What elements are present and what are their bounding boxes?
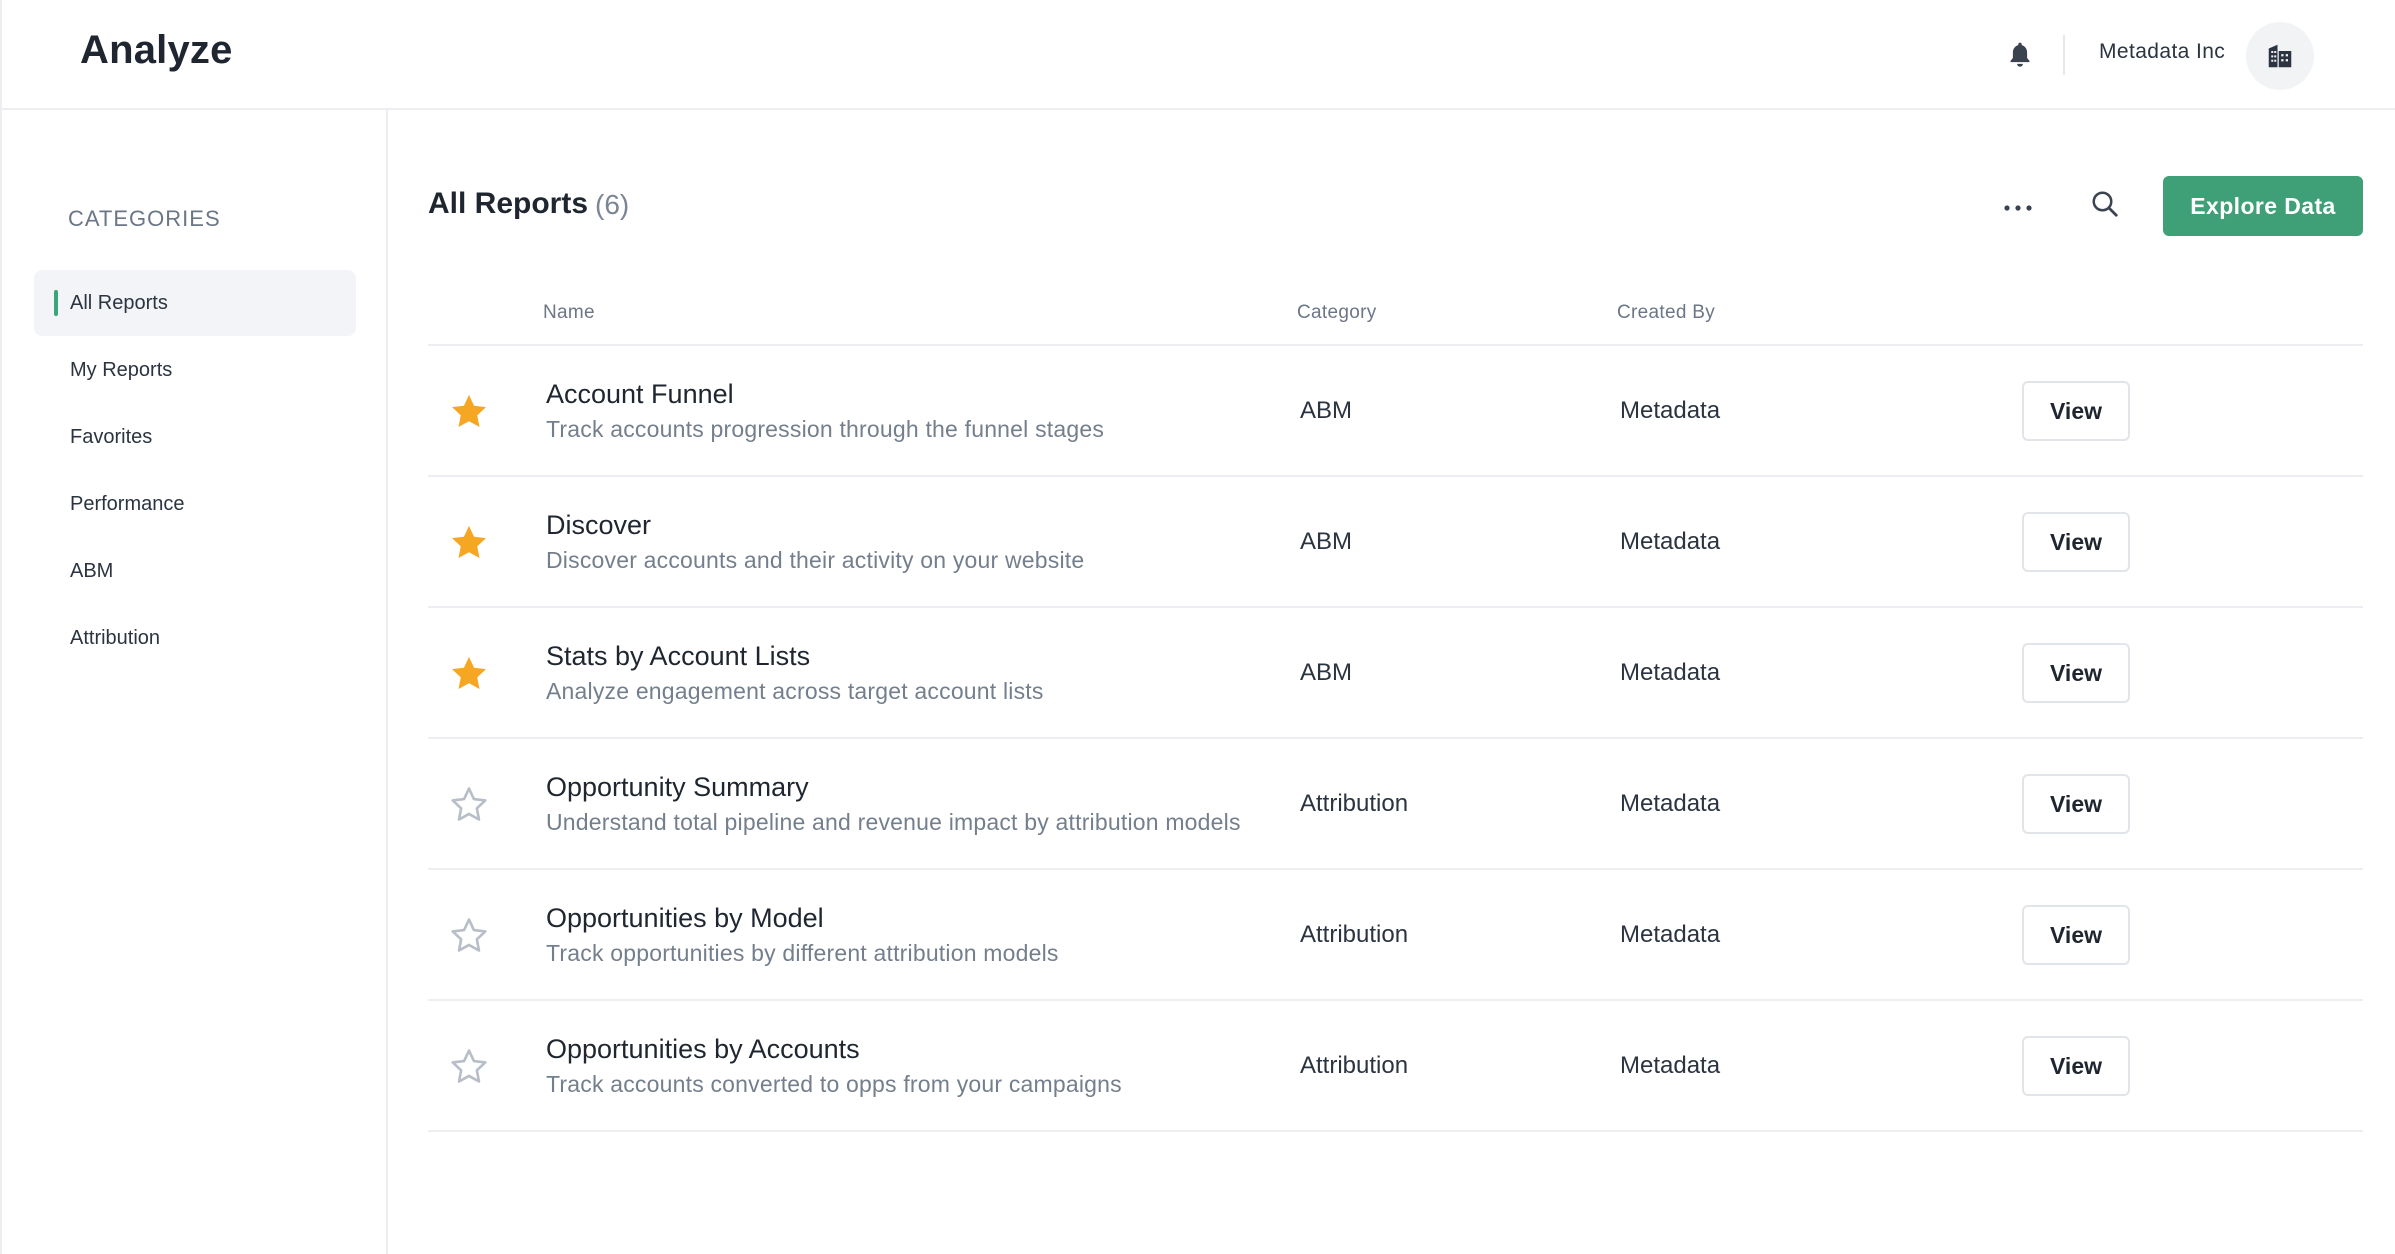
report-title: Opportunity Summary [546, 772, 809, 802]
report-title: Opportunities by Model [546, 903, 824, 933]
sidebar-item-label: All Reports [70, 291, 168, 314]
table-row: Opportunities by Accounts Track accounts… [428, 1001, 2363, 1132]
more-horizontal-icon [2004, 205, 2032, 211]
star-outline-icon[interactable] [448, 1046, 490, 1088]
report-title: Account Funnel [546, 379, 734, 409]
report-created-by: Metadata [1620, 1052, 1721, 1079]
report-category: Attribution [1300, 1052, 1409, 1079]
table-row: Account Funnel Track accounts progressio… [428, 346, 2363, 477]
star-outline-icon[interactable] [448, 915, 490, 957]
report-description: Track opportunities by different attribu… [546, 940, 1059, 966]
report-category: Attribution [1300, 790, 1409, 817]
table-header: Name Category Created By [428, 280, 2363, 346]
sidebar-item-label: Favorites [70, 425, 153, 448]
search-icon [2092, 191, 2118, 217]
view-button[interactable]: View [2022, 774, 2130, 834]
report-title: Discover [546, 510, 652, 540]
column-header-category[interactable]: Category [1297, 302, 1377, 324]
org-avatar-button[interactable] [2246, 22, 2314, 90]
sidebar-item-attribution[interactable]: Attribution [34, 605, 356, 671]
reports-table: Name Category Created By Account Funnel … [428, 280, 2363, 1132]
sidebar-item-performance[interactable]: Performance [34, 471, 356, 537]
sidebar-item-label: Performance [70, 492, 185, 515]
categories-heading: CATEGORIES [68, 206, 221, 231]
sidebar: CATEGORIES All Reports My Reports Favori… [2, 110, 388, 1254]
report-title: Stats by Account Lists [546, 641, 811, 671]
view-button[interactable]: View [2022, 643, 2130, 703]
view-button[interactable]: View [2022, 512, 2130, 572]
report-category: ABM [1300, 528, 1353, 555]
report-created-by: Metadata [1620, 921, 1721, 948]
view-button[interactable]: View [2022, 905, 2130, 965]
building-icon [2268, 44, 2292, 68]
report-created-by: Metadata [1620, 790, 1721, 817]
explore-data-button[interactable]: Explore Data [2163, 176, 2363, 236]
view-button[interactable]: View [2022, 381, 2130, 441]
report-description: Track accounts progression through the f… [546, 416, 1105, 442]
more-options-button[interactable] [1998, 188, 2038, 228]
app-root: Analyze Metadata Inc CATEGORIES All Repo… [0, 0, 2395, 1254]
app-title: Analyze [80, 28, 233, 72]
report-title: Opportunities by Accounts [546, 1034, 860, 1064]
search-button[interactable] [2085, 184, 2125, 224]
page-title: All Reports [428, 187, 589, 220]
report-created-by: Metadata [1620, 659, 1721, 686]
main-content: All Reports (6) Explore Data Name Catego… [390, 110, 2395, 1254]
report-description: Understand total pipeline and revenue im… [546, 809, 1241, 835]
table-row: Stats by Account Lists Analyze engagemen… [428, 608, 2363, 739]
sidebar-item-label: Attribution [70, 626, 161, 649]
sidebar-item-label: My Reports [70, 358, 173, 381]
star-filled-icon[interactable] [448, 391, 490, 433]
report-category: Attribution [1300, 921, 1409, 948]
star-filled-icon[interactable] [448, 653, 490, 695]
report-created-by: Metadata [1620, 397, 1721, 424]
org-name: Metadata Inc [2099, 40, 2226, 63]
sidebar-item-favorites[interactable]: Favorites [34, 404, 356, 470]
view-button[interactable]: View [2022, 1036, 2130, 1096]
report-description: Analyze engagement across target account… [546, 678, 1044, 704]
sidebar-item-all-reports[interactable]: All Reports [34, 270, 356, 336]
top-bar: Analyze Metadata Inc [2, 0, 2395, 110]
notifications-button[interactable] [2003, 38, 2037, 72]
bell-icon [2010, 42, 2030, 67]
report-description: Track accounts converted to opps from yo… [546, 1071, 1122, 1097]
star-filled-icon[interactable] [448, 522, 490, 564]
star-outline-icon[interactable] [448, 784, 490, 826]
report-description: Discover accounts and their activity on … [546, 547, 1085, 573]
report-count: (6) [595, 189, 630, 220]
table-row: Opportunity Summary Understand total pip… [428, 739, 2363, 870]
column-header-created-by[interactable]: Created By [1617, 302, 1715, 324]
sidebar-item-my-reports[interactable]: My Reports [34, 337, 356, 403]
column-header-name[interactable]: Name [543, 302, 595, 324]
report-created-by: Metadata [1620, 528, 1721, 555]
sidebar-item-abm[interactable]: ABM [34, 538, 356, 604]
sidebar-item-label: ABM [70, 559, 114, 582]
report-category: ABM [1300, 659, 1353, 686]
report-category: ABM [1300, 397, 1353, 424]
table-row: Opportunities by Model Track opportuniti… [428, 870, 2363, 1001]
table-row: Discover Discover accounts and their act… [428, 477, 2363, 608]
header-divider [2063, 35, 2065, 75]
category-list: All Reports My Reports Favorites Perform… [34, 270, 356, 672]
